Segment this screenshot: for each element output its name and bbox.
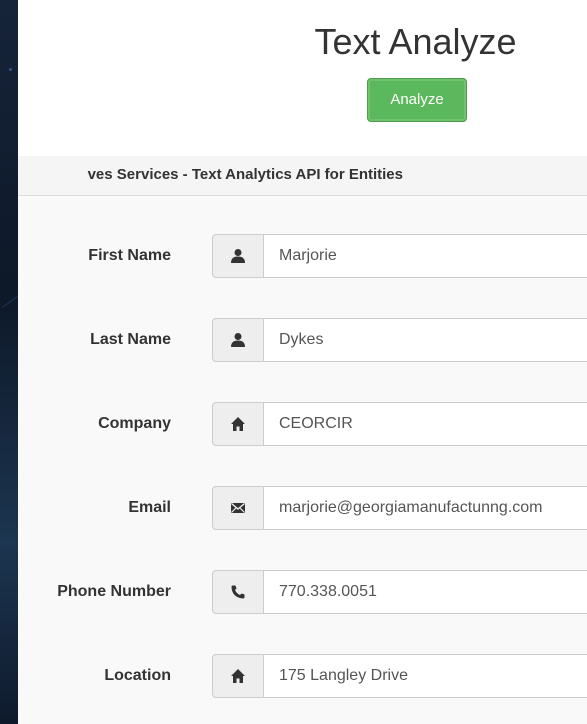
- page-title: Text Analyze: [314, 21, 517, 62]
- form-row-email: Email marjorie@georgiamanufactunng.com: [18, 486, 587, 530]
- main-panel: Text Analyze Analyze ves Services - Text…: [18, 0, 587, 724]
- user-icon: [212, 234, 264, 278]
- home-icon: [212, 654, 264, 698]
- envelope-icon: [212, 486, 264, 530]
- background-dot: [9, 68, 12, 71]
- phone-number-label: Phone Number: [57, 583, 171, 600]
- first-name-label: First Name: [88, 247, 171, 264]
- form-row-last-name: Last Name Dykes: [18, 318, 587, 362]
- form-row-location: Location 175 Langley Drive: [18, 654, 587, 698]
- last-name-label: Last Name: [90, 331, 171, 348]
- form-row-phone-number: Phone Number 770.338.0051: [18, 570, 587, 614]
- form-row-first-name: First Name Marjorie: [18, 234, 587, 278]
- last-name-input[interactable]: Dykes: [263, 318, 587, 362]
- first-name-input[interactable]: Marjorie: [263, 234, 587, 278]
- email-label: Email: [128, 499, 171, 516]
- phone-number-input[interactable]: 770.338.0051: [263, 570, 587, 614]
- location-input[interactable]: 175 Langley Drive: [263, 654, 587, 698]
- email-input[interactable]: marjorie@georgiamanufactunng.com: [263, 486, 587, 530]
- entity-form: First Name Marjorie Last Name Dykes Comp…: [18, 196, 587, 724]
- company-label: Company: [98, 415, 171, 432]
- section-header-text: ves Services - Text Analytics API for En…: [87, 166, 403, 183]
- location-label: Location: [104, 667, 171, 684]
- phone-icon: [212, 570, 264, 614]
- section-header: ves Services - Text Analytics API for En…: [18, 156, 587, 196]
- company-input[interactable]: CEORCIR: [263, 402, 587, 446]
- form-row-company: Company CEORCIR: [18, 402, 587, 446]
- user-icon: [212, 318, 264, 362]
- analyze-button[interactable]: Analyze: [367, 78, 467, 122]
- home-icon: [212, 402, 264, 446]
